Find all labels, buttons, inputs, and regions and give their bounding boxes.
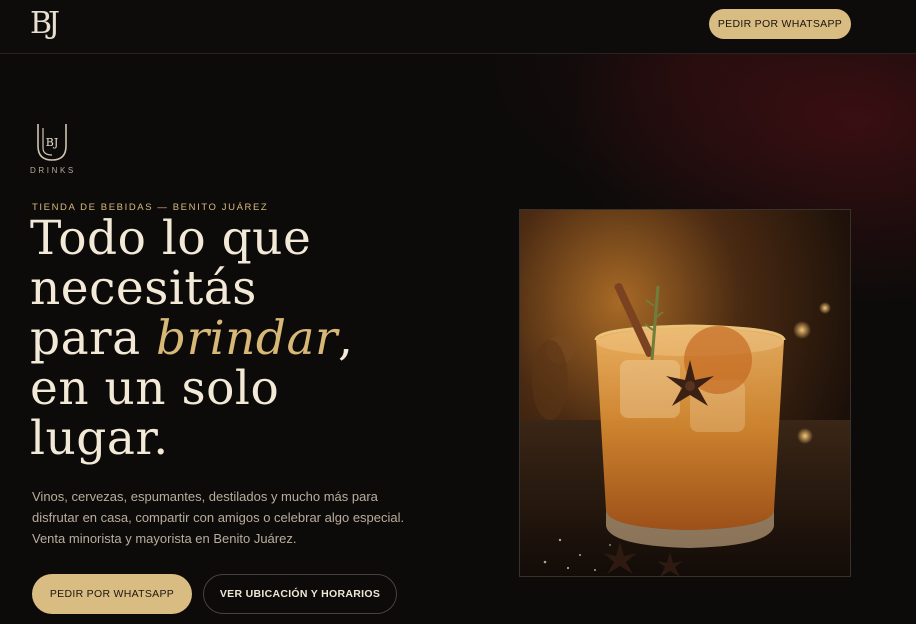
hero-whatsapp-button[interactable]: PEDIR POR WHATSAPP <box>32 574 192 614</box>
headline-accent-word: brindar <box>156 311 338 366</box>
headline-line-3-post: , <box>337 311 354 366</box>
hero-headline: Todo lo que necesitás para brindar, en u… <box>30 214 450 464</box>
drinks-logo: BJ DRINKS <box>30 122 78 178</box>
brand-logo[interactable]: BJ <box>30 6 60 42</box>
drinks-logo-mark-icon: BJ <box>37 124 67 161</box>
headline-line-4: en un solo <box>30 361 280 416</box>
hero-description: Vinos, cervezas, espumantes, destilados … <box>32 489 405 546</box>
top-navigation-bar: BJ PEDIR POR WHATSAPP <box>0 0 916 54</box>
drinks-logo-monogram: BJ <box>46 136 59 149</box>
drinks-logo-word: DRINKS <box>30 166 76 175</box>
hero-cocktail-image <box>519 209 851 577</box>
headline-line-1: Todo lo que <box>30 211 312 266</box>
location-hours-button[interactable]: VER UBICACIÓN Y HORARIOS <box>203 574 397 614</box>
header-whatsapp-button[interactable]: PEDIR POR WHATSAPP <box>709 9 851 39</box>
headline-line-3-pre: para <box>30 311 157 366</box>
headline-line-2: necesitás <box>30 261 257 316</box>
cocktail-photo-icon <box>520 210 850 576</box>
headline-line-5: lugar. <box>30 411 169 466</box>
